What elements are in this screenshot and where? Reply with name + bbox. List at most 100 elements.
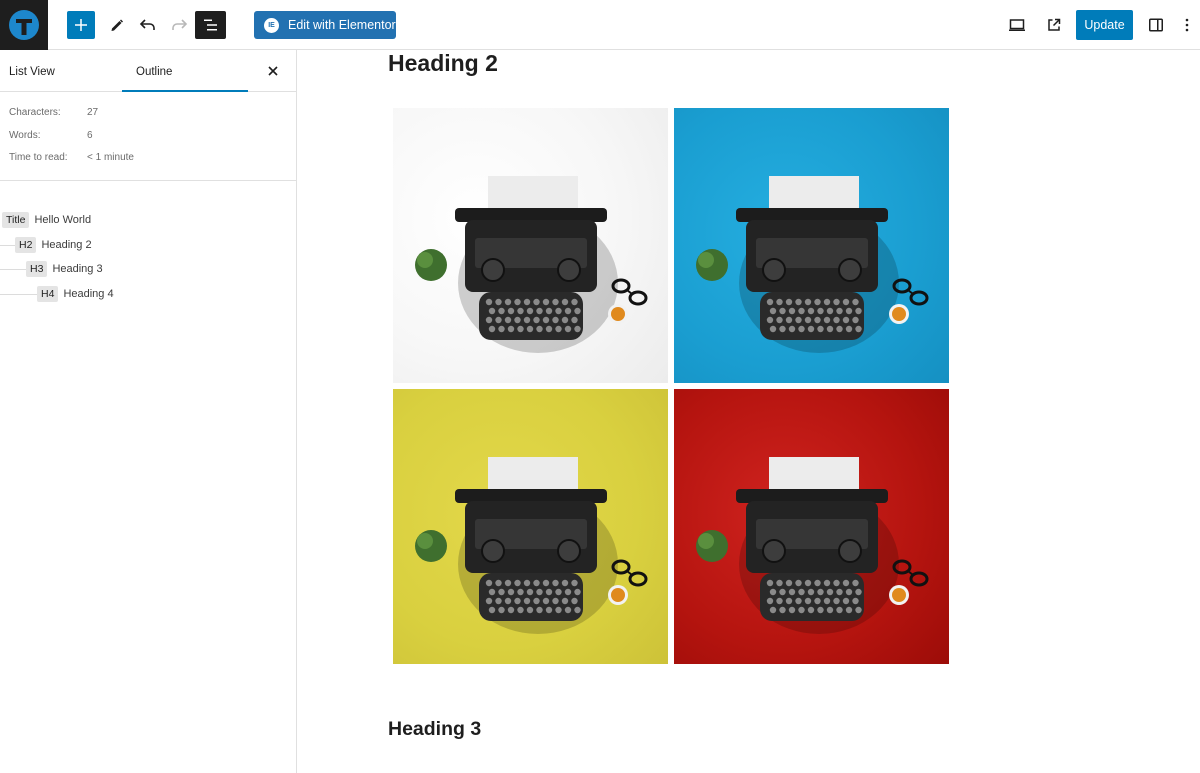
platen-roller [455,208,607,222]
key [485,597,493,605]
key [517,307,524,315]
key [545,588,553,596]
view-post-button[interactable] [1039,10,1069,40]
keyboard [479,573,583,621]
external-link-icon [1048,18,1061,31]
glasses-lens-right [628,290,648,306]
outline-item-h3[interactable]: H3 Heading 3 [0,257,296,282]
key [533,316,540,324]
key [823,316,831,324]
edit-with-elementor-button[interactable]: IE Edit with Elementor [254,11,396,39]
editor-canvas[interactable]: Heading 2 Heading 3 [298,50,1200,773]
gallery-image-white[interactable] [393,108,668,383]
key [852,298,859,306]
key [495,298,502,306]
key [836,325,843,333]
key [542,316,550,324]
key [561,579,569,587]
site-logo[interactable] [0,0,48,50]
key [785,298,793,306]
plant-highlight [417,252,433,268]
key [826,325,834,333]
coffee [892,307,906,321]
key [833,316,840,324]
stat-label: Words: [9,129,41,141]
heading-2-block[interactable]: Heading 2 [388,50,498,77]
preview-button[interactable] [1002,10,1032,40]
add-block-button[interactable] [67,11,95,39]
key [833,597,840,605]
document-overview-button[interactable] [195,11,226,39]
key [561,298,569,306]
coffee [611,307,625,321]
key [785,316,793,324]
key [845,606,853,614]
t-logo-icon [9,10,39,40]
key [842,597,850,605]
key [488,325,496,333]
outline-item-h4[interactable]: H4 Heading 4 [0,282,296,307]
key [545,307,553,315]
key [766,316,774,324]
stat-characters: Characters: 27 [0,107,296,130]
tab-list-view[interactable]: List View [9,50,55,92]
plus-icon [75,19,87,31]
key [574,325,581,333]
key [836,606,843,614]
plant-highlight [698,533,714,549]
key [807,325,815,333]
key [798,606,805,614]
key [817,307,824,315]
outline-badge: H4 [37,285,59,302]
typewriter-illustration [696,457,929,634]
key [507,325,515,333]
platen-roller [736,208,888,222]
key [561,316,569,324]
key [574,606,581,614]
more-options-button[interactable] [1172,10,1200,40]
key [533,298,540,306]
gallery-image-yellow[interactable] [393,389,668,664]
plant-highlight [698,252,714,268]
key [814,597,821,605]
key [495,597,502,605]
key [855,588,862,596]
gallery-image-blue[interactable] [674,108,949,383]
glasses-lens-right [628,571,648,587]
key [807,307,815,315]
stat-label: Characters: [9,107,61,118]
platen-roller [736,489,888,503]
undo-button[interactable] [133,10,163,40]
key [795,298,802,306]
key [514,579,521,587]
update-button[interactable]: Update [1076,10,1133,40]
gallery-block[interactable] [393,108,949,664]
tools-button[interactable] [102,10,132,40]
key [823,597,831,605]
gallery-image-red[interactable] [674,389,949,664]
key [533,597,540,605]
platen-roller [455,489,607,503]
key [552,316,559,324]
key [795,597,802,605]
outline-item-title[interactable]: Title Hello World [0,208,296,233]
key [826,588,834,596]
key [552,579,559,587]
key [785,579,793,587]
key [798,325,805,333]
key [514,316,521,324]
coffee [892,588,906,602]
coffee [611,588,625,602]
settings-button[interactable] [1141,10,1171,40]
key [836,588,843,596]
tab-outline[interactable]: Outline [122,50,248,92]
key [555,588,562,596]
outline-connector [0,293,37,295]
heading-3-block[interactable]: Heading 3 [388,718,481,741]
outline-text: Heading 3 [52,263,103,276]
outline-item-h2[interactable]: H2 Heading 2 [0,233,296,258]
key [776,316,783,324]
key [826,307,834,315]
redo-button[interactable] [164,10,194,40]
close-sidebar-button[interactable] [263,61,283,81]
